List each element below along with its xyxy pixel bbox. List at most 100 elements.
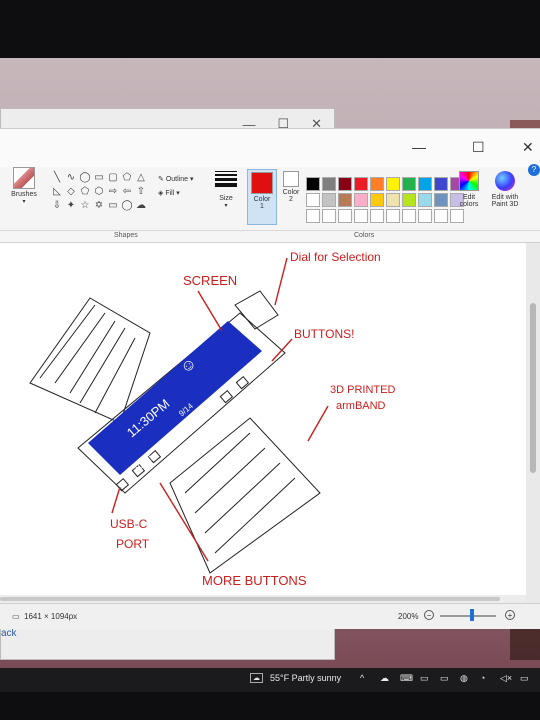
edit-paint3d-label: Edit with Paint 3D — [491, 194, 519, 208]
dial-arrow — [274, 257, 288, 306]
palette-swatch[interactable] — [402, 209, 416, 223]
palette-swatch[interactable] — [322, 177, 336, 191]
diamond-shape-icon[interactable]: ◇ — [64, 185, 78, 199]
vertical-scrollbar[interactable] — [526, 243, 540, 609]
zoom-out-button[interactable]: − — [424, 610, 434, 620]
curve-shape-icon[interactable]: ∿ — [64, 171, 78, 185]
label-more-buttons: MORE BUTTONS — [202, 573, 307, 588]
palette-swatch[interactable] — [306, 209, 320, 223]
callout-rect-shape-icon[interactable]: ▭ — [106, 199, 120, 213]
palette-swatch[interactable] — [434, 177, 448, 191]
palette-swatch[interactable] — [386, 193, 400, 207]
palette-swatch[interactable] — [354, 177, 368, 191]
palette-swatch[interactable] — [418, 193, 432, 207]
size-tool[interactable]: Size ▾ — [212, 171, 240, 209]
zoom-slider-thumb[interactable] — [470, 609, 474, 621]
outline-dropdown[interactable]: ✎ Outline ▾ — [158, 175, 193, 183]
keyboard-icon[interactable]: ⌨ — [400, 673, 413, 684]
palette-swatch[interactable] — [354, 209, 368, 223]
oval-shape-icon[interactable]: ◯ — [78, 171, 92, 185]
volume-muted-icon[interactable]: ◁× — [500, 673, 512, 684]
image-size-icon: ▭ — [12, 612, 20, 621]
armband-arrow — [307, 405, 329, 442]
display-icon[interactable]: ▭ — [420, 673, 429, 684]
right-arrow-shape-icon[interactable]: ⇨ — [106, 185, 120, 199]
left-arrow-shape-icon[interactable]: ⇦ — [120, 185, 134, 199]
four-star-shape-icon[interactable]: ✦ — [64, 199, 78, 213]
color2-tool[interactable]: Color 2 — [279, 171, 303, 203]
palette-swatch[interactable] — [306, 193, 320, 207]
rect-shape-icon[interactable]: ▭ — [92, 171, 106, 185]
edit-colors-icon — [459, 171, 479, 191]
up-arrow-shape-icon[interactable]: ⇧ — [134, 185, 148, 199]
line-shape-icon[interactable]: ╲ — [50, 171, 64, 185]
palette-swatch[interactable] — [322, 193, 336, 207]
close-button[interactable]: ✕ — [522, 139, 534, 156]
palette-swatch[interactable] — [386, 177, 400, 191]
palette-swatch[interactable] — [322, 209, 336, 223]
palette-swatch[interactable] — [338, 193, 352, 207]
palette-swatch[interactable] — [418, 209, 432, 223]
battery-icon[interactable]: ▭ — [440, 673, 449, 684]
onedrive-icon[interactable]: ☁ — [380, 673, 389, 684]
palette-swatch[interactable] — [386, 209, 400, 223]
polygon-shape-icon[interactable]: ⬠ — [120, 171, 134, 185]
rounded-rect-shape-icon[interactable]: ▢ — [106, 171, 120, 185]
horizontal-scroll-thumb[interactable] — [0, 597, 500, 601]
left-armband-hatch — [39, 304, 136, 414]
palette-swatch[interactable] — [370, 193, 384, 207]
palette-swatch[interactable] — [418, 177, 432, 191]
palette-swatch[interactable] — [450, 209, 464, 223]
colors-group-label: Colors — [354, 232, 375, 239]
palette-swatch[interactable] — [338, 177, 352, 191]
cloud-shape-icon[interactable]: ☁ — [134, 199, 148, 213]
back-link[interactable]: ack — [1, 628, 17, 639]
label-usb-1: USB-C — [110, 517, 148, 531]
palette-swatch[interactable] — [370, 209, 384, 223]
device-screen — [88, 321, 262, 475]
ribbon-group-labels: Shapes Colors — [0, 231, 540, 243]
zoom-level: 200% — [398, 612, 419, 621]
location-icon[interactable]: ◔ — [480, 673, 485, 683]
pentagon-shape-icon[interactable]: ⬠ — [78, 185, 92, 199]
color1-tool[interactable]: Color 1 — [247, 169, 277, 225]
edit-colors-button[interactable]: Edit colors — [456, 171, 482, 208]
show-hidden-icons[interactable]: ^ — [360, 673, 364, 683]
five-star-shape-icon[interactable]: ☆ — [78, 199, 92, 213]
hexagon-shape-icon[interactable]: ⬡ — [92, 185, 106, 199]
horizontal-scrollbar[interactable] — [0, 595, 526, 603]
help-button[interactable]: ? — [528, 164, 540, 176]
edit-paint3d-button[interactable]: Edit with Paint 3D — [486, 171, 524, 208]
vertical-scroll-thumb[interactable] — [530, 303, 536, 473]
triangle-shape-icon[interactable]: △ — [134, 171, 148, 185]
palette-swatch[interactable] — [434, 193, 448, 207]
label-armband-2: armBAND — [336, 400, 386, 412]
palette-swatch[interactable] — [354, 193, 368, 207]
palette-swatch[interactable] — [338, 209, 352, 223]
palette-swatch[interactable] — [306, 177, 320, 191]
shapes-gallery[interactable]: ╲ ∿ ◯ ▭ ▢ ⬠ △ ◺ ◇ ⬠ ⬡ ⇨ ⇦ ⇧ ⇩ ✦ ☆ ✡ ▭ ◯ ☁ — [50, 171, 148, 215]
down-arrow-shape-icon[interactable]: ⇩ — [50, 199, 64, 213]
brushes-tool[interactable]: Brushes ▾ — [8, 167, 40, 205]
right-triangle-shape-icon[interactable]: ◺ — [50, 185, 64, 199]
minimize-button[interactable]: — — [412, 139, 426, 155]
brushes-label: Brushes — [11, 191, 37, 198]
shapes-group-label: Shapes — [114, 232, 138, 239]
color2-swatch — [283, 171, 299, 187]
network-icon[interactable]: ◍ — [460, 673, 468, 684]
palette-swatch[interactable] — [402, 177, 416, 191]
fill-dropdown[interactable]: ◈ Fill ▾ — [158, 189, 180, 197]
palette-swatch[interactable] — [402, 193, 416, 207]
color1-label: Color 1 — [253, 196, 271, 210]
callout-oval-shape-icon[interactable]: ◯ — [120, 199, 134, 213]
zoom-in-button[interactable]: + — [505, 610, 515, 620]
weather-widget[interactable]: 55°F Partly sunny — [270, 673, 341, 683]
notification-icon[interactable]: ▭ — [520, 673, 529, 684]
drawing-canvas[interactable]: 11:30PM 100°F 9/14 ☺ SCREEN Dial for Sel… — [0, 243, 526, 609]
maximize-button[interactable]: ☐ — [472, 139, 485, 156]
zoom-slider-track[interactable] — [440, 615, 496, 617]
six-star-shape-icon[interactable]: ✡ — [92, 199, 106, 213]
palette-swatch[interactable] — [370, 177, 384, 191]
brush-icon — [13, 167, 35, 189]
palette-swatch[interactable] — [434, 209, 448, 223]
